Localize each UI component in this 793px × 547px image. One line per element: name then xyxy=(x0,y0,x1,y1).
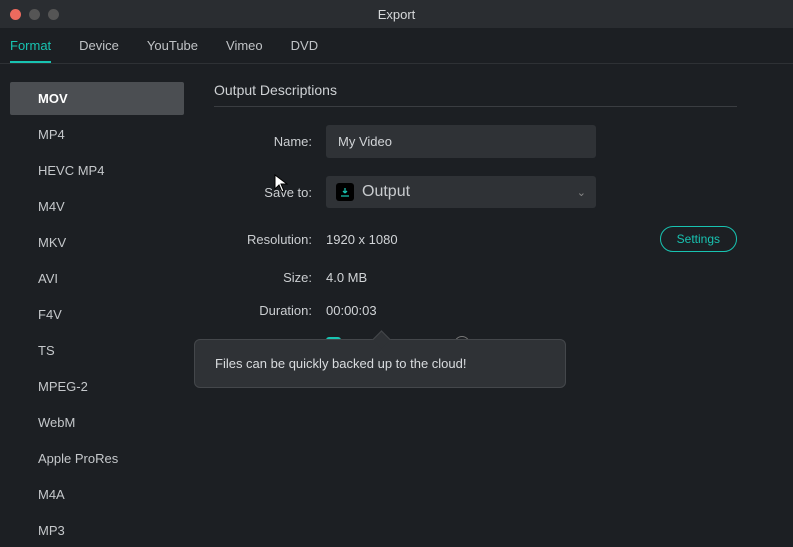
sidebar-item-m4a[interactable]: M4A xyxy=(10,478,184,511)
format-sidebar: MOV MP4 HEVC MP4 M4V MKV AVI F4V TS MPEG… xyxy=(0,64,194,522)
minimize-icon[interactable] xyxy=(29,9,40,20)
label-saveto: Save to: xyxy=(214,185,326,200)
label-duration: Duration: xyxy=(214,303,326,318)
sidebar-item-mov[interactable]: MOV xyxy=(10,82,184,115)
window-title: Export xyxy=(378,7,416,22)
sidebar-item-f4v[interactable]: F4V xyxy=(10,298,184,331)
sidebar-item-m4v[interactable]: M4V xyxy=(10,190,184,223)
label-resolution: Resolution: xyxy=(214,232,326,247)
sidebar-item-hevc[interactable]: HEVC MP4 xyxy=(10,154,184,187)
name-input[interactable] xyxy=(326,125,596,158)
tab-youtube[interactable]: YouTube xyxy=(147,38,198,63)
tab-dvd[interactable]: DVD xyxy=(291,38,318,63)
sidebar-item-mp3[interactable]: MP3 xyxy=(10,514,184,547)
maximize-icon[interactable] xyxy=(48,9,59,20)
sidebar-item-mpeg2[interactable]: MPEG-2 xyxy=(10,370,184,403)
close-icon[interactable] xyxy=(10,9,21,20)
section-title: Output Descriptions xyxy=(214,82,737,107)
export-tabs: Format Device YouTube Vimeo DVD xyxy=(0,28,793,64)
saveto-select[interactable]: Output ⌄ xyxy=(326,176,596,208)
saveto-value: Output xyxy=(362,183,410,201)
label-size: Size: xyxy=(214,270,326,285)
sidebar-item-webm[interactable]: WebM xyxy=(10,406,184,439)
tooltip-container: Files can be quickly backed up to the cl… xyxy=(194,339,566,388)
tab-format[interactable]: Format xyxy=(10,38,51,63)
window-controls xyxy=(0,9,59,20)
settings-button[interactable]: Settings xyxy=(660,226,737,252)
size-value: 4.0 MB xyxy=(326,270,367,285)
titlebar: Export xyxy=(0,0,793,28)
download-folder-icon xyxy=(336,183,354,201)
tab-vimeo[interactable]: Vimeo xyxy=(226,38,263,63)
tab-device[interactable]: Device xyxy=(79,38,119,63)
sidebar-item-mp4[interactable]: MP4 xyxy=(10,118,184,151)
label-name: Name: xyxy=(214,134,326,149)
resolution-value: 1920 x 1080 xyxy=(326,232,398,247)
sidebar-item-ts[interactable]: TS xyxy=(10,334,184,367)
cloud-tooltip: Files can be quickly backed up to the cl… xyxy=(194,339,566,388)
sidebar-item-avi[interactable]: AVI xyxy=(10,262,184,295)
chevron-down-icon: ⌄ xyxy=(577,186,586,199)
main-panel: Output Descriptions Name: Save to: Outpu… xyxy=(194,64,793,522)
sidebar-item-mkv[interactable]: MKV xyxy=(10,226,184,259)
duration-value: 00:00:03 xyxy=(326,303,377,318)
sidebar-item-prores[interactable]: Apple ProRes xyxy=(10,442,184,475)
